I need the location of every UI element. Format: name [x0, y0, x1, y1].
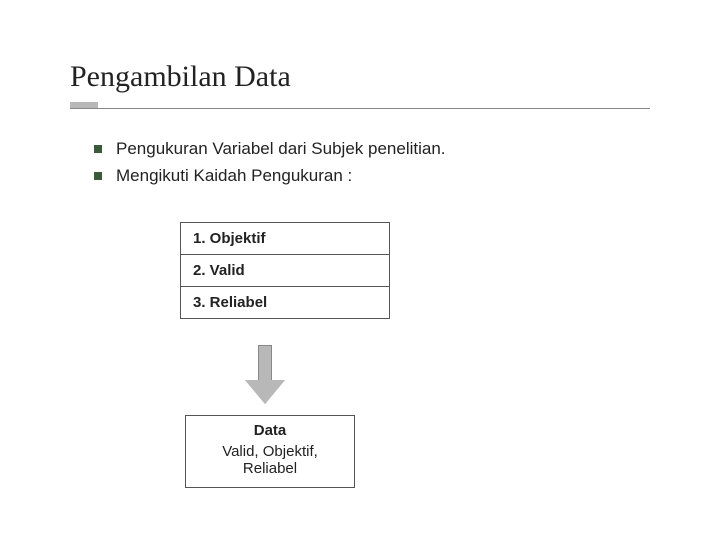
rules-box: 1. Objektif 2. Valid 3. Reliabel	[180, 222, 390, 319]
arrow-stem	[258, 345, 272, 381]
bullet-text: Pengukuran Variabel dari Subjek peneliti…	[116, 137, 446, 162]
title-underline	[70, 108, 650, 109]
result-heading: Data	[194, 422, 346, 439]
square-bullet-icon	[94, 145, 102, 153]
slide: Pengambilan Data Pengukuran Variabel dar…	[0, 0, 720, 518]
arrow-head	[245, 380, 285, 404]
rule-row: 1. Objektif	[181, 223, 389, 255]
bullet-list: Pengukuran Variabel dari Subjek peneliti…	[94, 137, 650, 188]
bullet-item: Mengikuti Kaidah Pengukuran :	[94, 164, 650, 189]
rule-row: 3. Reliabel	[181, 287, 389, 318]
slide-title: Pengambilan Data	[70, 60, 650, 94]
rule-row: 2. Valid	[181, 255, 389, 287]
result-subtext: Valid, Objektif, Reliabel	[194, 443, 346, 477]
result-box: Data Valid, Objektif, Reliabel	[185, 415, 355, 488]
bullet-item: Pengukuran Variabel dari Subjek peneliti…	[94, 137, 650, 162]
down-arrow-icon	[245, 345, 285, 405]
bullet-text: Mengikuti Kaidah Pengukuran :	[116, 164, 352, 189]
square-bullet-icon	[94, 172, 102, 180]
